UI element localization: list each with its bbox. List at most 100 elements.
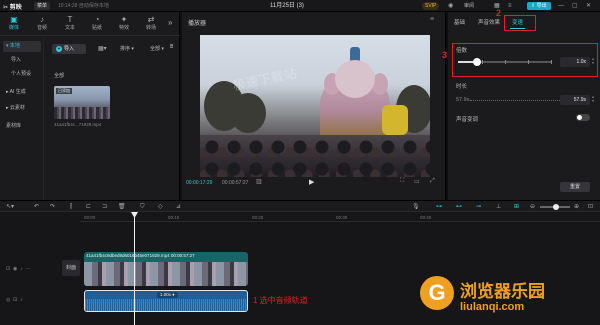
speed-slider[interactable] (458, 58, 552, 66)
auto-snap-icon[interactable]: ⊷ (456, 203, 462, 211)
audio-clip[interactable]: 1.00x ♦ (84, 290, 248, 312)
lock-icon[interactable]: ⊡ (6, 266, 10, 272)
duration-value-input[interactable]: 57.9s (560, 95, 590, 105)
filter-icon[interactable]: ⩩ (170, 44, 173, 51)
zoom-knob[interactable] (553, 204, 559, 210)
tab-effects[interactable]: ✦ 特效 (112, 14, 136, 34)
filter-label: 全部 (150, 46, 161, 52)
zoom-in-icon[interactable]: ⊕ (574, 203, 579, 211)
close-icon[interactable]: ✕ (586, 1, 591, 11)
sidebar-item-library[interactable]: 素材库 (3, 121, 41, 132)
time-ruler[interactable]: 00:00 00:10 00:20 00:30 00:40 (80, 212, 600, 222)
properties-panel: 基础 声音效果 变速 2 3 倍数 1.0x ▴▾ 时长 57.9s → 57.… (442, 8, 600, 200)
minimize-icon[interactable]: — (558, 1, 564, 11)
tab-basic[interactable]: 基础 (452, 18, 467, 29)
settings-icon[interactable]: ≡ (508, 2, 512, 10)
timeline-view-icon[interactable]: ▥ (256, 178, 262, 185)
speed-value-input[interactable]: 1.0x (560, 57, 590, 67)
mute-icon[interactable]: ♪ (20, 266, 23, 272)
maximize-icon[interactable]: ▢ (572, 1, 578, 11)
filter-all-button[interactable]: 全部 ▾ (150, 45, 164, 52)
menu-button[interactable]: 菜单 (34, 2, 51, 10)
tab-label: 特效 (118, 25, 129, 31)
mute-icon[interactable]: ♪ (20, 297, 23, 303)
sticker-icon: ◔ (94, 15, 100, 24)
playhead[interactable] (134, 212, 135, 325)
media-panel: ▣ 媒体 ♪ 音频 T 文本 ◔ 贴纸 ✦ 特效 ⇄ 转场 » ▾ 本地 导入 个人预设 ▸… (0, 12, 180, 200)
player-menu-icon[interactable]: ≡ (430, 16, 434, 23)
duration-stepper[interactable]: ▴ ▾ (592, 95, 594, 103)
sidebar-item-cloud[interactable]: ▸ 云素材 (3, 103, 41, 114)
sidebar-item-presets[interactable]: 个人预设 (3, 69, 41, 80)
effects-icon: ✦ (120, 15, 128, 24)
sidebar-item-ai[interactable]: ▸ AI 生成 (3, 87, 41, 98)
media-thumbnail[interactable]: 已添加 (54, 86, 110, 119)
split-right-icon[interactable]: ⊐ (102, 203, 107, 211)
preview-axis-icon[interactable]: ⊥ (496, 203, 501, 211)
cover-button[interactable]: 封面 (62, 260, 80, 276)
tab-label: 文本 (64, 25, 75, 31)
tab-audio[interactable]: ♪ 音频 (30, 14, 54, 34)
sort-button[interactable]: 排序 ▾ (120, 45, 134, 52)
import-button[interactable]: + 导入 (52, 44, 86, 54)
redo-icon[interactable]: ↷ (50, 203, 55, 211)
review-button[interactable]: 审阅 (464, 2, 474, 10)
crop-icon[interactable]: ⛶ (400, 178, 404, 185)
tab-media[interactable]: ▣ 媒体 (2, 14, 26, 34)
float-head (335, 60, 375, 98)
tab-label: 转场 (145, 25, 156, 31)
autosave-status: 10:14:28 自动保存本地 (58, 3, 109, 9)
speed-stepper[interactable]: ▴ ▾ (592, 57, 594, 65)
original-duration: 57.9s (456, 97, 470, 103)
tab-sticker[interactable]: ◔ 贴纸 (85, 14, 109, 34)
snap-icon[interactable]: ⊞ (514, 203, 519, 211)
pitch-toggle[interactable] (576, 114, 590, 121)
review-icon[interactable]: ◉ (448, 2, 453, 10)
zoom-out-icon[interactable]: ⊖ (530, 203, 535, 211)
sidebar-item-local[interactable]: ▾ 本地 (3, 41, 41, 52)
title-bar: ✂ 剪映 菜单 10:14:28 自动保存本地 11月25日 (3) SVIP … (0, 0, 600, 12)
import-label: 导入 (64, 46, 75, 52)
mirror-icon[interactable]: ⊿ (176, 203, 181, 211)
fit-icon[interactable]: ⊡ (588, 203, 593, 211)
zoom-slider[interactable] (540, 204, 570, 210)
split-icon[interactable]: ⫿ (70, 203, 72, 211)
tab-transition[interactable]: ⇄ 转场 (139, 14, 163, 34)
linkage-icon[interactable]: ⊸ (476, 203, 481, 211)
svip-badge[interactable]: SVIP (422, 2, 440, 10)
duration-label: 时长 (456, 84, 468, 90)
section-label: 全部 (54, 73, 65, 79)
crowd (200, 135, 430, 177)
more-icon[interactable]: ⋯ (25, 266, 30, 272)
document-title[interactable]: 11月25日 (3) (270, 1, 304, 11)
lock-icon[interactable]: ⊡ (13, 297, 17, 303)
split-left-icon[interactable]: ⊏ (86, 203, 91, 211)
eye-icon[interactable]: ◉ (13, 266, 17, 272)
sidebar-item-label: 云素材 (9, 105, 25, 111)
reset-button[interactable]: 重置 (560, 182, 590, 192)
select-cursor-icon[interactable]: ↖▾ (6, 203, 14, 211)
freeze-icon[interactable]: ◇ (158, 203, 163, 211)
timeline-toolbar: ↖▾ ↶ ↷ ⫿ ⊏ ⊐ 🗑 ⛉ ◇ ⊿ 🎙 ⊶ ⊷ ⊸ ⊥ ⊞ ⊖ ⊕ ⊡ (0, 200, 600, 212)
thumbnail-image (54, 107, 110, 119)
video-preview[interactable]: 极速下载站 (200, 35, 430, 177)
delete-icon[interactable]: 🗑 (118, 203, 126, 211)
more-tabs-icon[interactable]: » (168, 18, 172, 27)
marker-icon[interactable]: ⛉ (140, 203, 145, 211)
tab-sound-effects[interactable]: 声音效果 (476, 18, 502, 29)
tab-text[interactable]: T 文本 (58, 14, 82, 34)
ratio-icon[interactable]: ▭ (414, 178, 420, 185)
export-button[interactable]: ⇪ 导出 (527, 2, 551, 10)
speed-tab-highlight (504, 15, 536, 31)
play-icon[interactable]: ▶ (309, 178, 314, 186)
main-track-magnet-icon[interactable]: ⊶ (436, 203, 442, 211)
brand-url: liulanqi.com (460, 301, 525, 313)
video-clip[interactable]: 41a41fb4c9dbed9d6016b45e071929.mp4 00:00… (84, 252, 248, 286)
fullscreen-icon[interactable]: ⤢ (430, 178, 435, 185)
grid-view-icon[interactable]: ▦▾ (98, 45, 107, 52)
microphone-icon[interactable]: 🎙 (412, 203, 420, 211)
audio-track-controls: ◎ ⊡ ♪ (6, 297, 68, 303)
sidebar-item-import[interactable]: 导入 (3, 55, 41, 66)
undo-icon[interactable]: ↶ (34, 203, 39, 211)
speed-slider-knob[interactable] (472, 58, 481, 66)
